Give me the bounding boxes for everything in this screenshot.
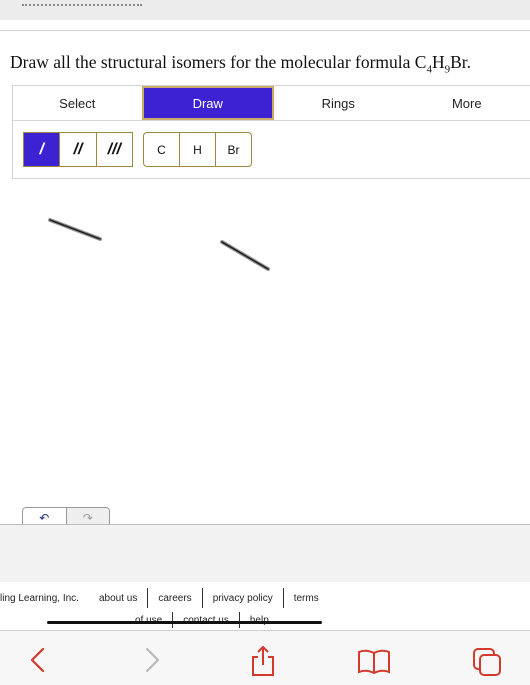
drawn-bond-1-core xyxy=(50,220,100,239)
page-gap xyxy=(0,525,530,582)
atom-bromine-button[interactable]: Br xyxy=(216,133,251,166)
redo-icon: ↷ xyxy=(83,511,93,525)
triple-bond-button[interactable]: /// xyxy=(97,133,132,166)
footer-copyright: ling Learning, Inc. xyxy=(0,593,89,604)
share-icon[interactable] xyxy=(250,645,276,677)
question-hydrogen: H xyxy=(432,52,445,72)
question-prompt: Draw all the structural isomers for the … xyxy=(10,52,525,76)
double-bond-button[interactable]: // xyxy=(60,133,96,166)
atom-carbon-button[interactable]: C xyxy=(144,133,180,166)
browser-toolbar xyxy=(0,630,530,685)
back-icon[interactable] xyxy=(28,647,48,673)
divider xyxy=(0,30,530,31)
atom-hydrogen-button[interactable]: H xyxy=(180,133,216,166)
atom-tool-group: C H Br xyxy=(143,132,252,167)
footer-links-row-2: of use contact us help xyxy=(125,612,279,628)
undo-icon: ↶ xyxy=(39,511,49,525)
tab-more[interactable]: More xyxy=(403,86,530,120)
single-bond-button[interactable]: / xyxy=(24,133,60,166)
bond-tool-group: / // /// xyxy=(23,132,133,167)
drawing-canvas[interactable] xyxy=(0,180,530,520)
top-strip xyxy=(0,0,530,20)
horizontal-scrollbar[interactable] xyxy=(47,621,322,624)
tab-select[interactable]: Select xyxy=(13,86,142,120)
tab-draw[interactable]: Draw xyxy=(142,86,275,120)
tabs-icon[interactable] xyxy=(472,647,502,677)
footer-link-privacy[interactable]: privacy policy xyxy=(203,593,283,604)
cropped-text-remnant xyxy=(22,0,142,6)
drawn-bond-2-core xyxy=(222,242,268,269)
tab-rings[interactable]: Rings xyxy=(274,86,403,120)
footer-link-careers[interactable]: careers xyxy=(148,593,201,604)
draw-tools-panel: / // /// C H Br xyxy=(12,120,530,179)
bookmarks-icon[interactable] xyxy=(357,649,391,675)
toolbar-tabs: Select Draw Rings More xyxy=(12,85,530,121)
forward-icon[interactable] xyxy=(142,647,162,673)
footer-link-about[interactable]: about us xyxy=(89,593,147,604)
footer-links-row: ling Learning, Inc. about us careers pri… xyxy=(0,588,329,608)
footer-link-terms[interactable]: terms xyxy=(284,593,329,604)
site-footer: ling Learning, Inc. about us careers pri… xyxy=(0,582,530,630)
question-text: Draw all the structural isomers for the … xyxy=(10,52,426,72)
question-suffix: Br. xyxy=(450,52,471,72)
